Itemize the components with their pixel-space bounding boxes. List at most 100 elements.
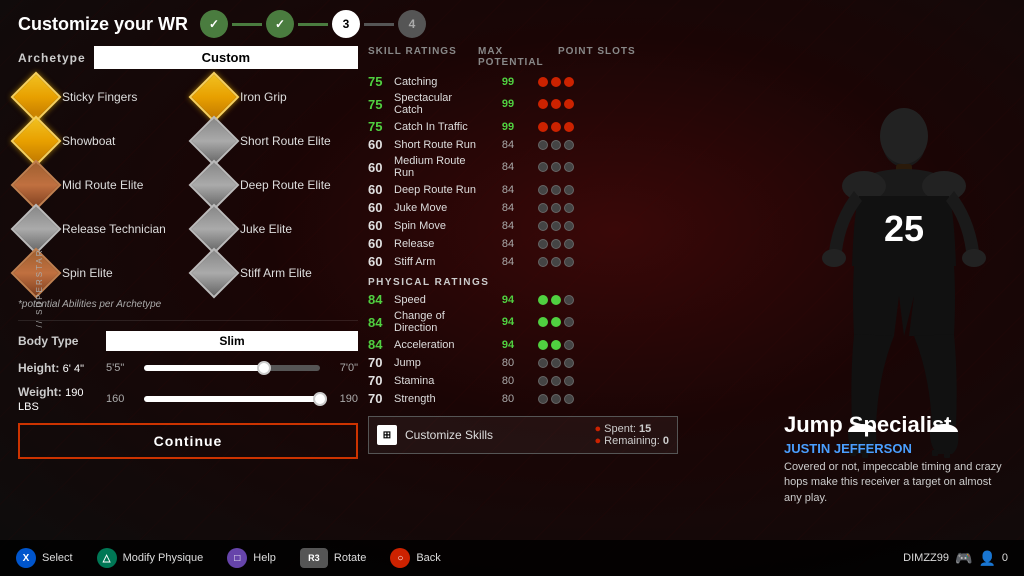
rating-value: 70 [368,391,394,406]
height-slider[interactable] [144,365,320,371]
right-panel: 25 [688,46,1014,566]
rating-name: Catching [394,76,478,88]
rating-value: 60 [368,160,394,175]
height-max: 7'0" [328,362,358,374]
rating-dots [538,185,618,195]
dot [551,257,561,267]
rating-max: 99 [478,76,538,88]
archetype-item-name: Juke Elite [240,222,292,236]
dot [538,140,548,150]
dot [564,162,574,172]
mid-route-elite-icon [18,167,54,203]
list-item[interactable]: Short Route Elite [196,123,358,159]
page-title: Customize your WR [18,14,188,35]
rating-max: 84 [478,256,538,268]
archetype-grid: Sticky Fingers Iron Grip Showboat Short … [18,79,358,291]
rating-dots [538,295,618,305]
dot [564,340,574,350]
dot [551,99,561,109]
table-row: 60 Short Route Run 84 [368,137,678,152]
step-2: ✓ [266,10,294,38]
dot [551,185,561,195]
rating-name: Spin Move [394,220,478,232]
rating-dots [538,257,618,267]
rating-name: Jump [394,357,478,369]
back-action: ○ Back [390,548,440,568]
left-panel: Archetype Custom Sticky Fingers Iron Gri… [18,46,358,566]
release-tech-icon [18,211,54,247]
modify-action: △ Modify Physique [97,548,204,568]
rating-max: 99 [478,98,538,110]
dot [551,77,561,87]
list-item[interactable]: Showboat [18,123,180,159]
main-container: Customize your WR ✓ ✓ 3 4 Archetype Cust… [0,0,1024,576]
rating-value: 60 [368,236,394,251]
table-row: 70 Jump 80 [368,355,678,370]
rating-value: 70 [368,373,394,388]
rating-value: 75 [368,74,394,89]
dot [551,358,561,368]
archetype-item-name: Release Technician [62,222,166,236]
dot [551,221,561,231]
table-row: 60 Release 84 [368,236,678,251]
rating-max: 84 [478,238,538,250]
dot [564,394,574,404]
dot [538,317,548,327]
remaining-row: ● Remaining: 0 [594,435,669,447]
list-item[interactable]: Deep Route Elite [196,167,358,203]
height-row: Height: 6' 4" 5'5" 7'0" [18,361,358,375]
rating-name: Speed [394,294,478,306]
continue-button[interactable]: Continue [18,423,358,459]
list-item[interactable]: Stiff Arm Elite [196,255,358,291]
weight-row: Weight: 190 LBS 160 190 [18,385,358,413]
juke-elite-icon [196,211,232,247]
weight-slider[interactable] [144,396,320,402]
dot [538,340,548,350]
archetype-select[interactable]: Custom [94,46,358,69]
col-skill: SKILL RATINGS [368,46,478,68]
help-action: □ Help [227,548,276,568]
list-item[interactable]: Mid Route Elite [18,167,180,203]
customize-skills-row[interactable]: ⊞ Customize Skills ● Spent: 15 ● Remaini… [368,416,678,454]
content-area: Archetype Custom Sticky Fingers Iron Gri… [18,46,1014,566]
dot [564,295,574,305]
rating-max: 80 [478,393,538,405]
short-route-elite-icon [196,123,232,159]
list-item[interactable]: Juke Elite [196,211,358,247]
rating-dots [538,140,618,150]
list-item[interactable]: Release Technician [18,211,180,247]
rating-value: 60 [368,182,394,197]
dot [564,185,574,195]
rating-value: 60 [368,254,394,269]
dot [551,162,561,172]
middle-panel: SKILL RATINGS MAX POTENTIAL POINT SLOTS … [368,46,678,566]
archetype-item-name: Stiff Arm Elite [240,266,312,280]
rating-dots [538,239,618,249]
list-item[interactable]: Sticky Fingers [18,79,180,115]
deep-route-elite-icon [196,167,232,203]
spent-row: ● Spent: 15 [594,423,669,435]
dot [564,376,574,386]
archetype-item-name: Spin Elite [62,266,113,280]
modify-label: Modify Physique [123,552,204,564]
dot [538,221,548,231]
dot [538,99,548,109]
dot [551,140,561,150]
rating-max: 94 [478,316,538,328]
body-type-value[interactable]: Slim [106,331,358,351]
back-label: Back [416,552,440,564]
rating-max: 84 [478,184,538,196]
rating-dots [538,99,618,109]
list-item[interactable]: Iron Grip [196,79,358,115]
dot [564,99,574,109]
rating-dots [538,162,618,172]
bottom-bar: X Select △ Modify Physique □ Help R3 Rot… [0,540,1024,576]
rating-max: 80 [478,375,538,387]
rating-max: 99 [478,121,538,133]
superstar-label: // SUPERSTAR [35,249,44,328]
dot [538,122,548,132]
step-1: ✓ [200,10,228,38]
spent-info: ● Spent: 15 ● Remaining: 0 [594,423,669,447]
rating-dots [538,77,618,87]
rating-dots [538,340,618,350]
